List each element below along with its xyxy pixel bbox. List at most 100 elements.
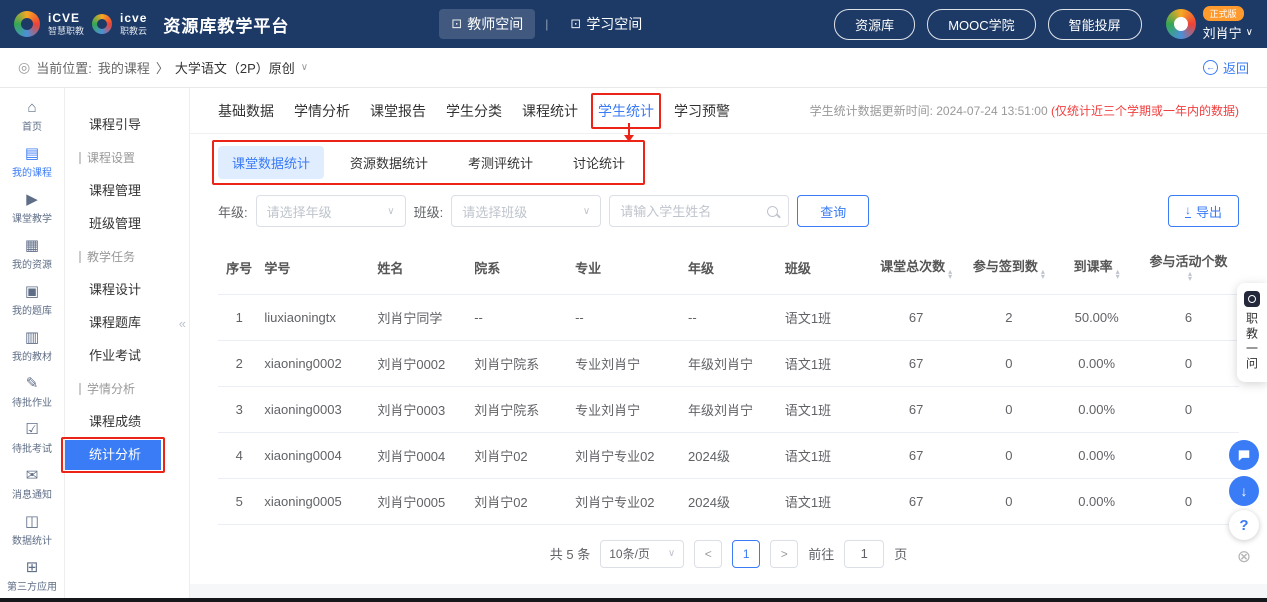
col-header-attendance-rate[interactable]: 到课率▴▾ [1055, 241, 1138, 294]
subtab-resource-data[interactable]: 资源数据统计 [336, 146, 442, 179]
menu-item-course-grades[interactable]: 课程成绩 [65, 405, 189, 438]
course-dropdown-caret-icon[interactable]: ∨ [301, 62, 308, 73]
cell-activities: 0 [1138, 432, 1239, 478]
menu-item-course-question-bank[interactable]: 课程题库 [65, 306, 189, 339]
cell-name: 刘肖宁0002 [373, 340, 470, 386]
icve-logo-text: iCVE 智慧职教 [48, 12, 84, 36]
tab-student-classification[interactable]: 学生分类 [446, 98, 502, 124]
subtab-discussion[interactable]: 讨论统计 [559, 146, 639, 179]
sidebar-item-data-stats[interactable]: ◫ 数据统计 [0, 508, 64, 554]
nav-divider: | [545, 17, 548, 31]
menu-item-course-management[interactable]: 课程管理 [65, 174, 189, 207]
my-resources-icon: ▦ [25, 238, 39, 253]
back-label: 返回 [1223, 58, 1249, 77]
sidebar-item-my-question-bank[interactable]: ▣ 我的题库 [0, 278, 64, 324]
tab-learning-analysis[interactable]: 学情分析 [294, 98, 350, 124]
sidebar-label-pending-homework: 待批作业 [12, 394, 52, 409]
sort-icon[interactable]: ▴▾ [948, 269, 952, 279]
menu-section-label-teaching-tasks: 教学任务 [87, 248, 135, 265]
learning-space-nav[interactable]: ⊡ 学习空间 [558, 9, 654, 39]
menu-section-teaching-tasks: 教学任务 [65, 240, 189, 273]
prev-page-button[interactable]: < [694, 540, 722, 568]
pagination-total: 共 5 条 [550, 544, 590, 563]
teacher-space-nav[interactable]: ⊡ 教师空间 [439, 9, 535, 39]
zhijiao-qa-widget[interactable]: 职教一问 [1237, 283, 1267, 382]
icve-swirl-logo-icon [14, 11, 40, 37]
sidebar-label-my-textbooks: 我的教材 [12, 348, 52, 363]
col-header-total-sessions[interactable]: 课堂总次数▴▾ [870, 241, 963, 294]
tab-basic-data[interactable]: 基础数据 [218, 98, 274, 124]
cell-index: 4 [218, 432, 260, 478]
sidebar-collapse-icon[interactable]: « [179, 316, 186, 331]
goto-page-input[interactable] [844, 540, 884, 568]
download-button[interactable]: ↓ [1229, 476, 1259, 506]
menu-item-statistical-analysis[interactable]: 统计分析 [65, 440, 161, 470]
subtab-classroom-data[interactable]: 课堂数据统计 [218, 146, 324, 179]
user-menu[interactable]: 正式版 刘肖宁 ∨ [1166, 6, 1253, 42]
col-header-signins[interactable]: 参与签到数▴▾ [962, 241, 1055, 294]
cell-student-id: liuxiaoningtx [260, 294, 373, 340]
breadcrumb-bar: ◎ 当前位置: 我的课程 〉 大学语文（2P）原创 ∨ ← 返回 [0, 48, 1267, 88]
help-button[interactable]: ? [1229, 510, 1259, 540]
cell-attendance-rate: 0.00% [1055, 340, 1138, 386]
subtab-assessment[interactable]: 考测评统计 [454, 146, 547, 179]
sidebar-item-classroom-teaching[interactable]: ▶ 课堂教学 [0, 186, 64, 232]
sidebar-item-my-textbooks[interactable]: ▥ 我的教材 [0, 324, 64, 370]
breadcrumb-course[interactable]: 大学语文（2P）原创 [175, 58, 295, 77]
cell-attendance-rate: 0.00% [1055, 478, 1138, 524]
brand-logo[interactable]: iCVE 智慧职教 icve 职教云 资源库教学平台 [14, 11, 289, 37]
teacher-space-icon: ⊡ [451, 16, 462, 32]
smart-screen-button[interactable]: 智能投屏 [1048, 9, 1142, 40]
sidebar-item-third-party-apps[interactable]: ⊞ 第三方应用 [0, 554, 64, 600]
my-textbooks-icon: ▥ [25, 330, 39, 345]
tab-course-statistics[interactable]: 课程统计 [522, 98, 578, 124]
close-widgets-icon[interactable]: ⊗ [1233, 546, 1255, 568]
menu-item-course-guide[interactable]: 课程引导 [65, 108, 189, 141]
cell-grade: 2024级 [684, 432, 781, 478]
update-time-text: 学生统计数据更新时间: 2024-07-24 13:51:00 (仅统计近三个学… [810, 102, 1239, 119]
sidebar-label-my-question-bank: 我的题库 [12, 302, 52, 317]
pending-homework-icon: ✎ [26, 376, 39, 391]
search-button[interactable]: 查询 [797, 195, 869, 227]
third-party-apps-icon: ⊞ [26, 560, 39, 575]
tab-learning-warning[interactable]: 学习预警 [674, 98, 730, 124]
back-button[interactable]: ← 返回 [1203, 58, 1249, 77]
course-menu-sidebar: 课程引导 课程设置 课程管理 班级管理 教学任务 课程设计 课程题库 作业考试 … [65, 88, 190, 602]
search-icon[interactable] [767, 206, 778, 217]
back-arrow-icon: ← [1203, 60, 1218, 75]
sidebar-item-pending-exams[interactable]: ☑ 待批考试 [0, 416, 64, 462]
bottom-edge-strip [0, 598, 1267, 602]
col-header-index: 序号 [218, 241, 260, 294]
col-header-activities[interactable]: 参与活动个数 ▴▾ [1138, 241, 1239, 294]
sidebar-item-pending-homework[interactable]: ✎ 待批作业 [0, 370, 64, 416]
logo-primary-top: iCVE [48, 12, 84, 26]
breadcrumb-parent[interactable]: 我的课程 [98, 58, 150, 77]
sort-icon[interactable]: ▴▾ [1041, 269, 1045, 279]
mooc-academy-button[interactable]: MOOC学院 [927, 9, 1035, 40]
tab-student-statistics[interactable]: 学生统计 [598, 98, 654, 124]
sidebar-item-messages[interactable]: ✉ 消息通知 [0, 462, 64, 508]
student-name-input[interactable] [620, 204, 761, 219]
zhijiao-qa-logo-icon [1244, 291, 1260, 307]
sort-icon[interactable]: ▴▾ [1188, 271, 1192, 281]
tab-class-report[interactable]: 课堂报告 [370, 98, 426, 124]
cell-student-id: xiaoning0003 [260, 386, 373, 432]
grade-select[interactable]: 请选择年级 ∨ [256, 195, 406, 227]
customer-service-button[interactable] [1229, 440, 1259, 470]
sidebar-item-my-resources[interactable]: ▦ 我的资源 [0, 232, 64, 278]
subtabs-group: 课堂数据统计 资源数据统计 考测评统计 讨论统计 [218, 146, 639, 179]
sidebar-item-my-courses[interactable]: ▤ 我的课程 [0, 140, 64, 186]
resource-library-button[interactable]: 资源库 [834, 9, 915, 40]
user-caret-icon: ∨ [1246, 27, 1253, 38]
menu-item-class-management[interactable]: 班级管理 [65, 207, 189, 240]
cell-attendance-rate: 0.00% [1055, 432, 1138, 478]
export-button[interactable]: ↓ 导出 [1168, 195, 1239, 227]
next-page-button[interactable]: > [770, 540, 798, 568]
menu-item-course-design[interactable]: 课程设计 [65, 273, 189, 306]
page-number-1[interactable]: 1 [732, 540, 760, 568]
sort-icon[interactable]: ▴▾ [1116, 269, 1120, 279]
page-size-select[interactable]: 10条/页 ∨ [600, 540, 684, 568]
menu-item-homework-exams[interactable]: 作业考试 [65, 339, 189, 372]
sidebar-item-home[interactable]: ⌂ 首页 [0, 94, 64, 140]
class-select[interactable]: 请选择班级 ∨ [451, 195, 601, 227]
